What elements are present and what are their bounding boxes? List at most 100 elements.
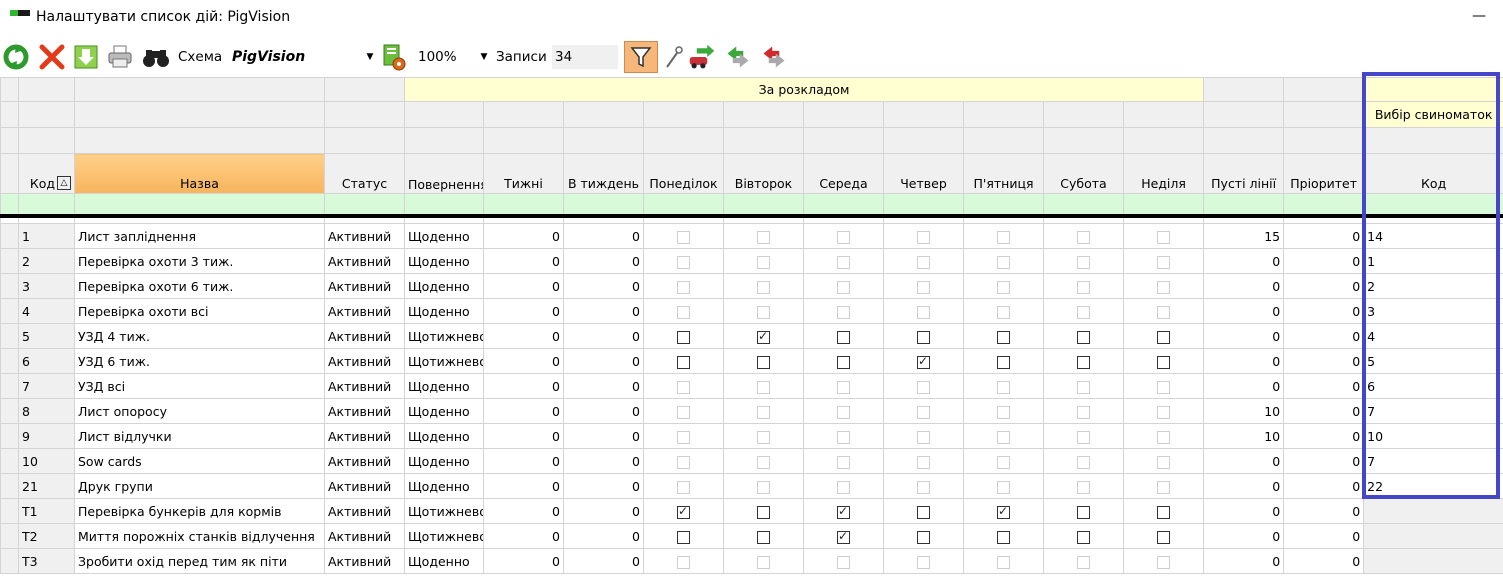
sunday-checkbox[interactable]: [1157, 405, 1171, 419]
cell-sow-code[interactable]: 22: [1363, 473, 1503, 499]
cell-saturday[interactable]: [1043, 273, 1124, 299]
delete-icon[interactable]: [38, 43, 66, 71]
cell-priority[interactable]: 0: [1283, 223, 1365, 249]
cell-repeat[interactable]: Щоденно: [404, 298, 484, 324]
cell-per-week[interactable]: 0: [563, 248, 644, 274]
chevron-down-icon[interactable]: ▼: [364, 45, 376, 69]
wednesday-checkbox[interactable]: [837, 480, 850, 494]
column-header-priority[interactable]: Пріоритет: [1283, 153, 1365, 194]
cell-thursday[interactable]: [883, 273, 964, 299]
cell-wednesday[interactable]: [803, 348, 884, 374]
cell-priority[interactable]: 0: [1283, 523, 1365, 549]
cell-monday[interactable]: [643, 373, 724, 399]
cell-sunday[interactable]: [1122, 348, 1205, 374]
cell-tuesday[interactable]: [723, 523, 804, 549]
cell-priority[interactable]: 0: [1283, 348, 1365, 374]
cell-sunday[interactable]: [1122, 323, 1205, 349]
friday-checkbox[interactable]: [997, 255, 1010, 269]
table-row[interactable]: 21 Друк групи Активний Щоденно 0 0 0 0 22: [0, 473, 1503, 499]
cell-sow-code[interactable]: 6: [1363, 373, 1503, 399]
column-header-status[interactable]: Статус: [324, 153, 405, 194]
cell-weeks[interactable]: 0: [483, 398, 564, 424]
row-selector[interactable]: [0, 273, 19, 299]
cell-saturday[interactable]: [1043, 248, 1124, 274]
wednesday-checkbox[interactable]: [837, 555, 850, 569]
cell-code[interactable]: 4: [18, 298, 75, 324]
tuesday-checkbox[interactable]: [757, 505, 770, 519]
cell-repeat[interactable]: Щотижнево: [404, 323, 484, 349]
cell-thursday[interactable]: [883, 423, 964, 449]
cell-empty-lines[interactable]: 10: [1203, 423, 1285, 449]
row-selector[interactable]: [0, 373, 19, 399]
cell-thursday[interactable]: [883, 223, 964, 249]
green-arrows-icon[interactable]: [724, 43, 752, 71]
cell-priority[interactable]: 0: [1283, 473, 1365, 499]
cell-code[interactable]: 6: [18, 348, 75, 374]
cell-wednesday[interactable]: [803, 373, 884, 399]
cell-saturday[interactable]: [1043, 373, 1124, 399]
table-row[interactable]: 1 Лист запліднення Активний Щоденно 0 0 15 0 14: [0, 223, 1503, 249]
thursday-checkbox[interactable]: [917, 280, 930, 294]
cell-tuesday[interactable]: [723, 548, 804, 574]
cell-repeat[interactable]: Щотижнево: [404, 498, 484, 524]
wednesday-checkbox[interactable]: [837, 380, 850, 394]
cell-sow-code[interactable]: 4: [1363, 323, 1503, 349]
cell-name[interactable]: Перевірка охоти 6 тиж.: [74, 273, 325, 299]
cell-thursday[interactable]: [883, 548, 964, 574]
tuesday-checkbox[interactable]: [757, 455, 770, 469]
scheme-select[interactable]: PigVision: [228, 45, 376, 69]
table-row[interactable]: 8 Лист опоросу Активний Щоденно 0 0 10 0 7: [0, 398, 1503, 424]
cell-sow-code[interactable]: [1363, 498, 1503, 524]
cell-repeat[interactable]: Щоденно: [404, 398, 484, 424]
cell-code[interactable]: 21: [18, 473, 75, 499]
cell-status[interactable]: Активний: [324, 373, 405, 399]
thursday-checkbox[interactable]: [917, 405, 930, 419]
cell-priority[interactable]: 0: [1283, 248, 1365, 274]
monday-checkbox[interactable]: [677, 305, 690, 319]
column-header-sunday[interactable]: Неділя: [1122, 153, 1205, 194]
friday-checkbox[interactable]: [997, 230, 1010, 244]
cell-tuesday[interactable]: [723, 248, 804, 274]
row-selector[interactable]: [0, 248, 19, 274]
cell-name[interactable]: Sow cards: [74, 448, 325, 474]
wednesday-checkbox[interactable]: [837, 230, 850, 244]
wednesday-checkbox[interactable]: [837, 405, 850, 419]
cell-code[interactable]: 7: [18, 373, 75, 399]
cell-sow-code[interactable]: 2: [1363, 273, 1503, 299]
cell-per-week[interactable]: 0: [563, 348, 644, 374]
saturday-checkbox[interactable]: [1077, 230, 1090, 244]
cell-weeks[interactable]: 0: [483, 498, 564, 524]
sunday-checkbox[interactable]: [1157, 505, 1171, 519]
cell-wednesday[interactable]: [803, 448, 884, 474]
cell-tuesday[interactable]: [723, 223, 804, 249]
cell-saturday[interactable]: [1043, 223, 1124, 249]
table-row[interactable]: T1 Перевірка бункерів для кормів Активний Щ…: [0, 498, 1503, 524]
column-header-monday[interactable]: Понеділок: [643, 153, 724, 194]
saturday-checkbox[interactable]: [1077, 430, 1090, 444]
tuesday-checkbox[interactable]: [757, 329, 770, 344]
thursday-checkbox[interactable]: [917, 505, 930, 519]
cell-empty-lines[interactable]: 0: [1203, 473, 1285, 499]
column-header-name[interactable]: Назва: [74, 153, 325, 194]
cell-friday[interactable]: [963, 523, 1044, 549]
cell-empty-lines[interactable]: 0: [1203, 298, 1285, 324]
cell-code[interactable]: 3: [18, 273, 75, 299]
row-selector[interactable]: [0, 523, 19, 549]
cell-tuesday[interactable]: [723, 448, 804, 474]
thursday-checkbox[interactable]: [917, 480, 930, 494]
friday-checkbox[interactable]: [997, 480, 1010, 494]
cell-sunday[interactable]: [1122, 498, 1205, 524]
tuesday-checkbox[interactable]: [757, 255, 770, 269]
cell-monday[interactable]: [643, 448, 724, 474]
cell-name[interactable]: Зробити охід перед тим як піти: [74, 548, 325, 574]
cell-weeks[interactable]: 0: [483, 473, 564, 499]
cell-repeat[interactable]: Щоденно: [404, 273, 484, 299]
cell-tuesday[interactable]: [723, 348, 804, 374]
sunday-checkbox[interactable]: [1157, 455, 1171, 469]
cell-status[interactable]: Активний: [324, 223, 405, 249]
friday-checkbox[interactable]: [997, 280, 1010, 294]
cell-priority[interactable]: 0: [1283, 323, 1365, 349]
thursday-checkbox[interactable]: [917, 230, 930, 244]
cell-thursday[interactable]: [883, 373, 964, 399]
cell-per-week[interactable]: 0: [563, 373, 644, 399]
